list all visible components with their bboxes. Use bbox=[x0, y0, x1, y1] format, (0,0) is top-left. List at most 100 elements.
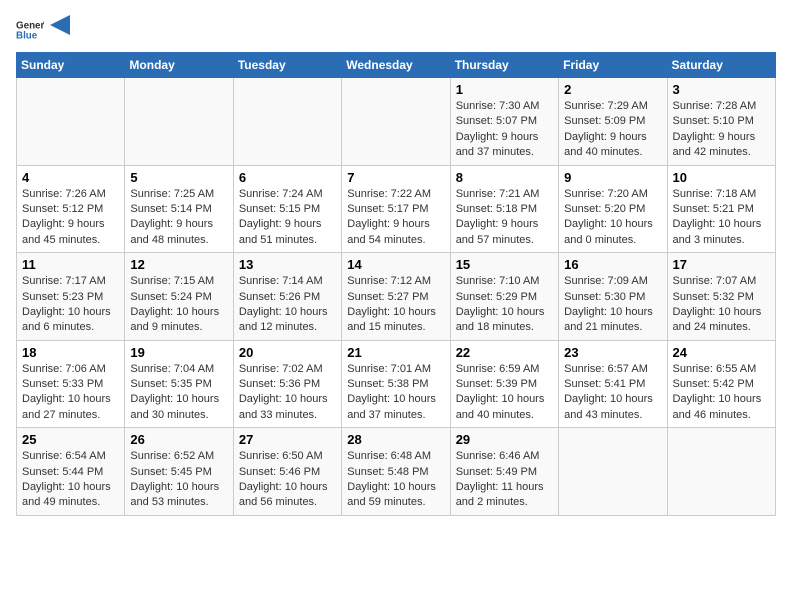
day-info: Sunrise: 6:57 AMSunset: 5:41 PMDaylight:… bbox=[564, 362, 661, 424]
day-number: 12 bbox=[130, 257, 227, 272]
day-number: 29 bbox=[456, 432, 553, 447]
day-number: 28 bbox=[347, 432, 444, 447]
calendar-cell: 29 Sunrise: 6:46 AMSunset: 5:49 PMDayligh… bbox=[450, 428, 558, 516]
day-number: 22 bbox=[456, 345, 553, 360]
day-number: 13 bbox=[239, 257, 336, 272]
day-number: 16 bbox=[564, 257, 661, 272]
day-info: Sunrise: 7:06 AMSunset: 5:33 PMDaylight:… bbox=[22, 362, 119, 424]
day-info: Sunrise: 7:09 AMSunset: 5:30 PMDaylight:… bbox=[564, 274, 661, 336]
calendar-cell: 27 Sunrise: 6:50 AMSunset: 5:46 PMDayligh… bbox=[233, 428, 341, 516]
day-info: Sunrise: 7:17 AMSunset: 5:23 PMDaylight:… bbox=[22, 274, 119, 336]
day-number: 8 bbox=[456, 170, 553, 185]
calendar-cell bbox=[559, 428, 667, 516]
calendar-cell: 18 Sunrise: 7:06 AMSunset: 5:33 PMDayligh… bbox=[17, 340, 125, 428]
calendar-cell: 1 Sunrise: 7:30 AMSunset: 5:07 PMDaylight… bbox=[450, 78, 558, 166]
day-info: Sunrise: 7:02 AMSunset: 5:36 PMDaylight:… bbox=[239, 362, 336, 424]
calendar-cell: 13 Sunrise: 7:14 AMSunset: 5:26 PMDayligh… bbox=[233, 253, 341, 341]
calendar-cell: 17 Sunrise: 7:07 AMSunset: 5:32 PMDayligh… bbox=[667, 253, 775, 341]
calendar-header: SundayMondayTuesdayWednesdayThursdayFrid… bbox=[17, 53, 776, 78]
day-number: 5 bbox=[130, 170, 227, 185]
day-number: 25 bbox=[22, 432, 119, 447]
calendar-cell: 2Sunrise: 7:29 AMSunset: 5:09 PMDaylight… bbox=[559, 78, 667, 166]
calendar-cell bbox=[125, 78, 233, 166]
column-header-wednesday: Wednesday bbox=[342, 53, 450, 78]
day-number: 2 bbox=[564, 82, 661, 97]
day-info: Sunrise: 6:48 AMSunset: 5:48 PMDaylight:… bbox=[347, 449, 444, 511]
calendar-cell: 14 Sunrise: 7:12 AMSunset: 5:27 PMDayligh… bbox=[342, 253, 450, 341]
calendar-cell: 21 Sunrise: 7:01 AMSunset: 5:38 PMDayligh… bbox=[342, 340, 450, 428]
calendar-cell: 15Sunrise: 7:10 AMSunset: 5:29 PMDayligh… bbox=[450, 253, 558, 341]
day-info: Sunrise: 6:55 AMSunset: 5:42 PMDaylight:… bbox=[673, 362, 770, 424]
calendar-body: 1 Sunrise: 7:30 AMSunset: 5:07 PMDaylight… bbox=[17, 78, 776, 516]
calendar-cell: 11 Sunrise: 7:17 AMSunset: 5:23 PMDayligh… bbox=[17, 253, 125, 341]
calendar-cell: 10 Sunrise: 7:18 AMSunset: 5:21 PMDayligh… bbox=[667, 165, 775, 253]
day-info: Sunrise: 6:52 AMSunset: 5:45 PMDaylight:… bbox=[130, 449, 227, 511]
logo: General Blue bbox=[16, 16, 70, 44]
day-info: Sunrise: 7:18 AMSunset: 5:21 PMDaylight:… bbox=[673, 187, 770, 249]
day-info: Sunrise: 7:01 AMSunset: 5:38 PMDaylight:… bbox=[347, 362, 444, 424]
day-info: Sunrise: 7:30 AMSunset: 5:07 PMDaylight:… bbox=[456, 99, 553, 161]
calendar-cell: 28 Sunrise: 6:48 AMSunset: 5:48 PMDayligh… bbox=[342, 428, 450, 516]
day-info: Sunrise: 7:15 AMSunset: 5:24 PMDaylight:… bbox=[130, 274, 227, 336]
column-header-friday: Friday bbox=[559, 53, 667, 78]
calendar-cell: 7Sunrise: 7:22 AMSunset: 5:17 PMDaylight… bbox=[342, 165, 450, 253]
calendar-cell: 25 Sunrise: 6:54 AMSunset: 5:44 PMDayligh… bbox=[17, 428, 125, 516]
day-number: 26 bbox=[130, 432, 227, 447]
day-info: Sunrise: 7:10 AMSunset: 5:29 PMDaylight:… bbox=[456, 274, 553, 336]
day-number: 14 bbox=[347, 257, 444, 272]
calendar-cell: 16 Sunrise: 7:09 AMSunset: 5:30 PMDayligh… bbox=[559, 253, 667, 341]
calendar-cell: 12 Sunrise: 7:15 AMSunset: 5:24 PMDayligh… bbox=[125, 253, 233, 341]
calendar-cell: 20 Sunrise: 7:02 AMSunset: 5:36 PMDayligh… bbox=[233, 340, 341, 428]
calendar-table: SundayMondayTuesdayWednesdayThursdayFrid… bbox=[16, 52, 776, 516]
day-info: Sunrise: 6:59 AMSunset: 5:39 PMDaylight:… bbox=[456, 362, 553, 424]
calendar-cell: 4Sunrise: 7:26 AMSunset: 5:12 PMDaylight… bbox=[17, 165, 125, 253]
day-info: Sunrise: 7:21 AMSunset: 5:18 PMDaylight:… bbox=[456, 187, 553, 249]
day-info: Sunrise: 6:46 AMSunset: 5:49 PMDaylight:… bbox=[456, 449, 553, 511]
day-number: 24 bbox=[673, 345, 770, 360]
day-number: 17 bbox=[673, 257, 770, 272]
calendar-cell: 9Sunrise: 7:20 AMSunset: 5:20 PMDaylight… bbox=[559, 165, 667, 253]
day-info: Sunrise: 7:07 AMSunset: 5:32 PMDaylight:… bbox=[673, 274, 770, 336]
day-info: Sunrise: 7:14 AMSunset: 5:26 PMDaylight:… bbox=[239, 274, 336, 336]
day-info: Sunrise: 7:04 AMSunset: 5:35 PMDaylight:… bbox=[130, 362, 227, 424]
calendar-cell: 6Sunrise: 7:24 AMSunset: 5:15 PMDaylight… bbox=[233, 165, 341, 253]
calendar-cell: 22 Sunrise: 6:59 AMSunset: 5:39 PMDayligh… bbox=[450, 340, 558, 428]
day-number: 10 bbox=[673, 170, 770, 185]
calendar-cell: 26 Sunrise: 6:52 AMSunset: 5:45 PMDayligh… bbox=[125, 428, 233, 516]
day-number: 19 bbox=[130, 345, 227, 360]
day-info: Sunrise: 7:26 AMSunset: 5:12 PMDaylight:… bbox=[22, 187, 119, 249]
calendar-cell: 23 Sunrise: 6:57 AMSunset: 5:41 PMDayligh… bbox=[559, 340, 667, 428]
day-info: Sunrise: 6:54 AMSunset: 5:44 PMDaylight:… bbox=[22, 449, 119, 511]
week-row-2: 4Sunrise: 7:26 AMSunset: 5:12 PMDaylight… bbox=[17, 165, 776, 253]
day-number: 18 bbox=[22, 345, 119, 360]
page-header: General Blue bbox=[16, 16, 776, 44]
day-number: 21 bbox=[347, 345, 444, 360]
calendar-cell: 8 Sunrise: 7:21 AMSunset: 5:18 PMDaylight… bbox=[450, 165, 558, 253]
day-number: 1 bbox=[456, 82, 553, 97]
calendar-cell bbox=[342, 78, 450, 166]
column-header-tuesday: Tuesday bbox=[233, 53, 341, 78]
logo-icon: General Blue bbox=[16, 16, 44, 44]
week-row-1: 1 Sunrise: 7:30 AMSunset: 5:07 PMDaylight… bbox=[17, 78, 776, 166]
day-number: 23 bbox=[564, 345, 661, 360]
column-header-sunday: Sunday bbox=[17, 53, 125, 78]
svg-text:Blue: Blue bbox=[16, 30, 38, 41]
day-info: Sunrise: 7:25 AMSunset: 5:14 PMDaylight:… bbox=[130, 187, 227, 249]
calendar-cell bbox=[233, 78, 341, 166]
day-info: Sunrise: 7:28 AMSunset: 5:10 PMDaylight:… bbox=[673, 99, 770, 161]
calendar-cell: 19 Sunrise: 7:04 AMSunset: 5:35 PMDayligh… bbox=[125, 340, 233, 428]
day-info: Sunrise: 7:24 AMSunset: 5:15 PMDaylight:… bbox=[239, 187, 336, 249]
header-row: SundayMondayTuesdayWednesdayThursdayFrid… bbox=[17, 53, 776, 78]
logo-arrow-icon bbox=[50, 15, 70, 35]
day-info: Sunrise: 6:50 AMSunset: 5:46 PMDaylight:… bbox=[239, 449, 336, 511]
calendar-cell bbox=[667, 428, 775, 516]
day-number: 27 bbox=[239, 432, 336, 447]
day-info: Sunrise: 7:22 AMSunset: 5:17 PMDaylight:… bbox=[347, 187, 444, 249]
calendar-cell: 5 Sunrise: 7:25 AMSunset: 5:14 PMDaylight… bbox=[125, 165, 233, 253]
day-number: 11 bbox=[22, 257, 119, 272]
day-info: Sunrise: 7:12 AMSunset: 5:27 PMDaylight:… bbox=[347, 274, 444, 336]
day-number: 20 bbox=[239, 345, 336, 360]
calendar-cell: 24 Sunrise: 6:55 AMSunset: 5:42 PMDayligh… bbox=[667, 340, 775, 428]
day-number: 3 bbox=[673, 82, 770, 97]
column-header-thursday: Thursday bbox=[450, 53, 558, 78]
